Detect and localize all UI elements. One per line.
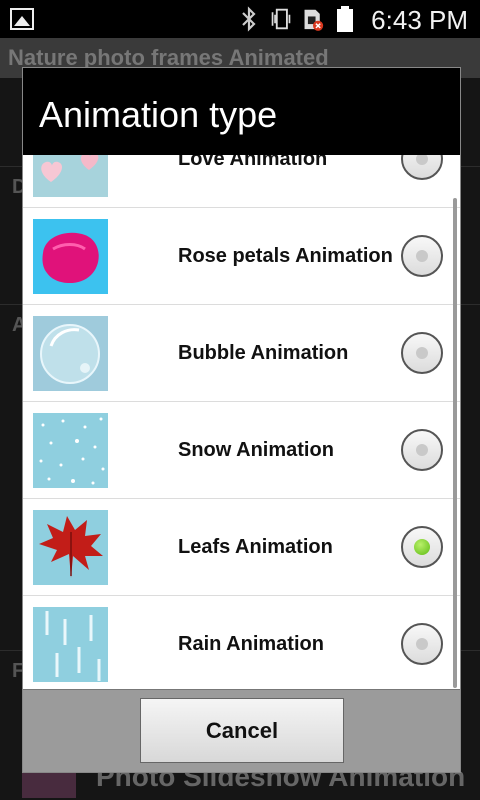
radio-button-selected[interactable] bbox=[401, 526, 443, 568]
gallery-icon bbox=[10, 8, 34, 30]
item-label: Snow Animation bbox=[178, 439, 334, 461]
animation-list[interactable]: Love Animation Rose petals Animation Bub… bbox=[23, 155, 460, 691]
list-item-love[interactable]: Love Animation bbox=[23, 155, 460, 208]
cancel-button[interactable]: Cancel bbox=[140, 698, 344, 763]
status-time: 6:43 PM bbox=[371, 5, 468, 35]
snow-thumbnail bbox=[33, 413, 108, 488]
radio-button[interactable] bbox=[401, 235, 443, 277]
sim-error-icon bbox=[302, 5, 324, 33]
status-icons bbox=[238, 4, 356, 34]
radio-button[interactable] bbox=[401, 332, 443, 374]
list-item-rose-petals[interactable]: Rose petals Animation bbox=[23, 208, 460, 305]
item-label: Leafs Animation bbox=[178, 536, 333, 558]
bubble-thumbnail bbox=[33, 316, 108, 391]
item-label: Love Animation bbox=[178, 155, 328, 170]
list-scrollbar[interactable] bbox=[453, 198, 457, 688]
leaf-thumbnail bbox=[33, 510, 108, 585]
radio-button[interactable] bbox=[401, 155, 443, 180]
dialog-title: Animation type bbox=[39, 94, 278, 135]
vibrate-icon bbox=[270, 5, 292, 33]
dialog-header: Animation type bbox=[23, 68, 460, 155]
list-item-rain[interactable]: Rain Animation bbox=[23, 596, 460, 691]
dialog-footer: Cancel bbox=[23, 689, 460, 772]
bluetooth-icon bbox=[238, 5, 260, 33]
rose-petal-thumbnail bbox=[33, 219, 108, 294]
hearts-thumbnail bbox=[33, 155, 108, 197]
item-label: Rose petals Animation bbox=[178, 245, 393, 267]
radio-button[interactable] bbox=[401, 429, 443, 471]
list-item-leafs[interactable]: Leafs Animation bbox=[23, 499, 460, 596]
rain-thumbnail bbox=[33, 607, 108, 682]
animation-type-dialog: Animation type Love Animation Rose petal… bbox=[22, 67, 461, 773]
item-label: Bubble Animation bbox=[178, 342, 349, 364]
battery-icon bbox=[334, 5, 356, 33]
list-item-bubble[interactable]: Bubble Animation bbox=[23, 305, 460, 402]
status-bar: 6:43 PM bbox=[0, 0, 480, 38]
item-label: Rain Animation bbox=[178, 633, 324, 655]
list-item-snow[interactable]: Snow Animation bbox=[23, 402, 460, 499]
radio-button[interactable] bbox=[401, 623, 443, 665]
